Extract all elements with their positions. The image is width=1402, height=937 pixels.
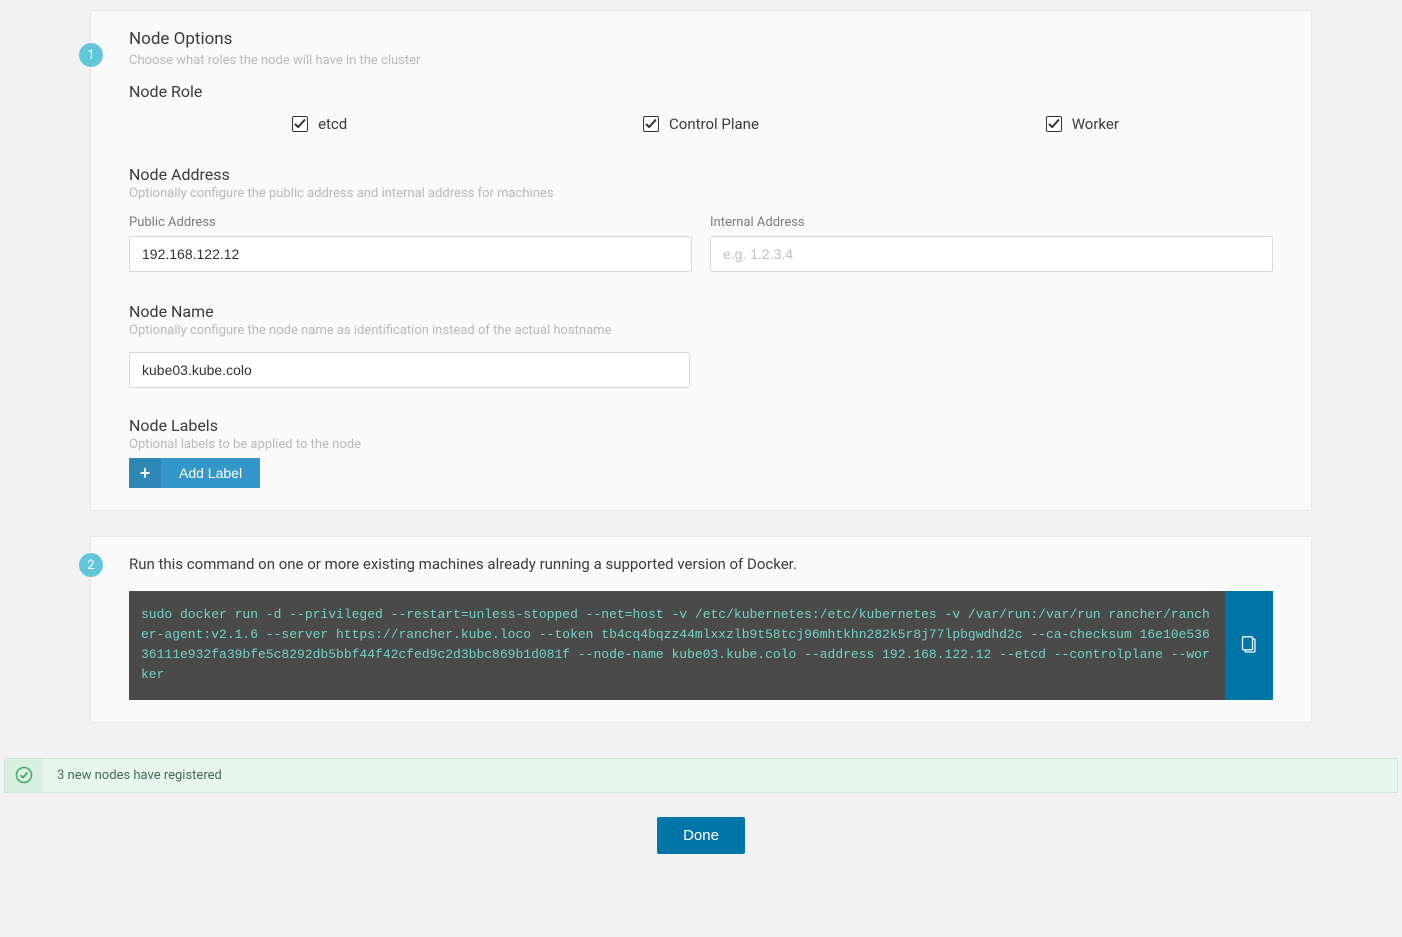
node-labels-subtitle: Optional labels to be applied to the nod… xyxy=(129,437,1273,452)
node-labels-heading: Node Labels xyxy=(129,416,1273,435)
command-row: sudo docker run -d --privileged --restar… xyxy=(129,591,1273,700)
node-role-row: etcd Control Plane Worker xyxy=(129,115,1273,133)
notice-message: 3 new nodes have registered xyxy=(43,759,236,792)
node-role-heading: Node Role xyxy=(129,82,1273,101)
role-control-plane[interactable]: Control Plane xyxy=(510,115,891,133)
checkbox-icon xyxy=(292,116,308,132)
checkbox-icon xyxy=(1046,116,1062,132)
done-button[interactable]: Done xyxy=(657,817,745,854)
role-control-plane-label: Control Plane xyxy=(669,115,759,133)
node-name-input[interactable] xyxy=(129,352,690,388)
step-1-badge: 1 xyxy=(79,43,103,67)
main-content: 1 Node Options Choose what roles the nod… xyxy=(0,0,1402,758)
role-etcd-label: etcd xyxy=(318,115,347,133)
command-intro: Run this command on one or more existing… xyxy=(129,555,1273,573)
internal-address-input[interactable] xyxy=(710,236,1273,272)
command-panel: 2 Run this command on one or more existi… xyxy=(90,536,1312,723)
registration-notice: 3 new nodes have registered xyxy=(4,758,1398,793)
checkbox-icon xyxy=(643,116,659,132)
public-address-label: Public Address xyxy=(129,215,692,230)
role-worker-label: Worker xyxy=(1072,115,1119,133)
clipboard-icon xyxy=(1241,636,1257,654)
role-etcd[interactable]: etcd xyxy=(129,115,510,133)
node-address-subtitle: Optionally configure the public address … xyxy=(129,186,1273,201)
role-worker[interactable]: Worker xyxy=(892,115,1273,133)
add-label-button[interactable]: + Add Label xyxy=(129,458,260,488)
copy-button[interactable] xyxy=(1225,591,1273,700)
node-name-subtitle: Optionally configure the node name as id… xyxy=(129,323,1273,338)
node-options-panel: 1 Node Options Choose what roles the nod… xyxy=(90,10,1312,511)
node-address-heading: Node Address xyxy=(129,165,1273,184)
node-options-subtitle: Choose what roles the node will have in … xyxy=(129,53,1273,68)
node-address-row: Public Address Internal Address xyxy=(129,215,1273,272)
node-options-title: Node Options xyxy=(129,29,1273,49)
command-code[interactable]: sudo docker run -d --privileged --restar… xyxy=(129,591,1225,700)
add-label-button-text: Add Label xyxy=(161,458,260,488)
step-2-badge: 2 xyxy=(79,553,103,577)
plus-icon: + xyxy=(129,458,161,488)
internal-address-label: Internal Address xyxy=(710,215,1273,230)
public-address-input[interactable] xyxy=(129,236,692,272)
node-name-heading: Node Name xyxy=(129,302,1273,321)
success-icon xyxy=(5,759,43,792)
